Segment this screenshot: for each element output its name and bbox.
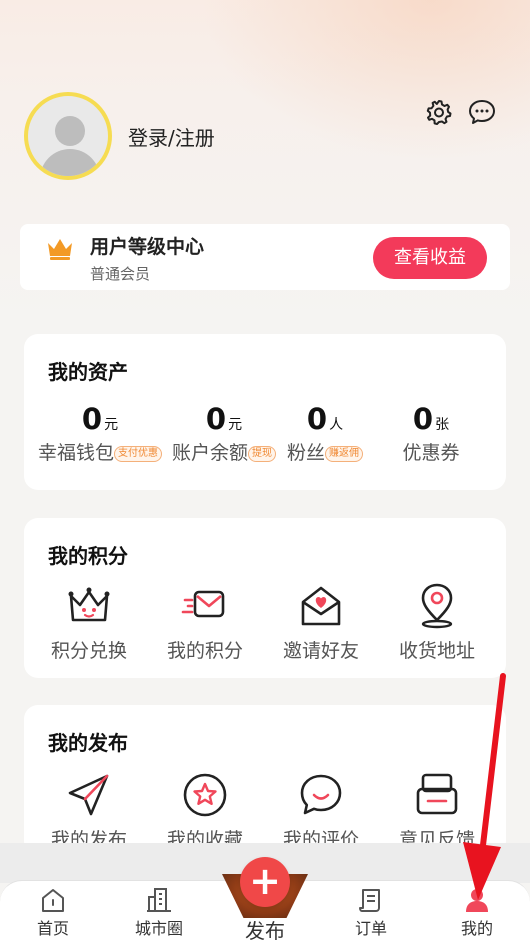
home-icon xyxy=(42,889,64,912)
points-exchange-label: 积分兑换 xyxy=(50,640,127,662)
feedback-icon xyxy=(416,773,458,815)
my-assets-card: 我的资产 0元 幸福钱包 支付优惠 0元 账户余额 提现 0人 粉丝 赚返佣 0张 优… xyxy=(24,334,506,490)
city-icon xyxy=(147,888,171,912)
my-favorites-item[interactable]: 我的收藏 xyxy=(150,771,260,852)
asset-label: 账户余额 xyxy=(171,442,248,464)
publish-button[interactable]: + xyxy=(240,857,290,907)
asset-coupons[interactable]: 0张 优惠券 xyxy=(386,402,476,465)
points-exchange-item[interactable]: 积分兑换 xyxy=(34,582,144,663)
avatar-head xyxy=(55,116,85,146)
tab-home-label: 首页 xyxy=(36,919,69,938)
tab-publish-label: 发布 xyxy=(245,919,285,943)
my-points-label: 我的积分 xyxy=(166,640,243,662)
level-center-title: 用户等级中心 xyxy=(90,236,205,258)
asset-unit: 元 xyxy=(228,417,243,433)
asset-label: 幸福钱包 xyxy=(37,442,114,464)
tab-city-circle-label: 城市圈 xyxy=(134,919,183,938)
plus-icon: + xyxy=(249,859,281,903)
send-icon xyxy=(68,774,109,816)
shipping-address-item[interactable]: 收货地址 xyxy=(382,582,492,663)
crown-icon xyxy=(48,239,72,260)
asset-unit: 元 xyxy=(104,417,119,433)
asset-unit: 人 xyxy=(329,417,344,433)
earn-commission-badge: 赚返佣 xyxy=(325,446,363,462)
tab-me[interactable]: 我的 xyxy=(432,881,522,939)
member-level-label: 普通会员 xyxy=(90,265,151,283)
my-points-item[interactable]: 我的积分 xyxy=(150,582,260,663)
my-points-icon xyxy=(181,590,225,618)
tab-me-label: 我的 xyxy=(460,919,493,938)
asset-fans[interactable]: 0人 粉丝 赚返佣 xyxy=(272,402,378,465)
avatar[interactable] xyxy=(24,92,112,180)
asset-value: 0 xyxy=(412,402,434,436)
shipping-address-label: 收货地址 xyxy=(398,640,475,662)
my-points-card: 我的积分 积分兑换 我的积分 邀请好友 收货地址 xyxy=(24,518,506,678)
my-posts-item[interactable]: 我的发布 xyxy=(34,771,144,852)
asset-happiness-wallet[interactable]: 0元 幸福钱包 支付优惠 xyxy=(32,402,168,465)
tab-city-circle[interactable]: 城市圈 xyxy=(114,881,204,939)
feedback-item[interactable]: 意见反馈 xyxy=(382,771,492,852)
asset-account-balance[interactable]: 0元 账户余额 提现 xyxy=(164,402,284,465)
asset-unit: 张 xyxy=(435,417,450,433)
profile-icon xyxy=(466,889,488,912)
star-icon xyxy=(183,773,227,817)
my-points-title: 我的积分 xyxy=(48,544,128,568)
asset-value: 0 xyxy=(205,402,227,436)
login-register-link[interactable]: 登录/注册 xyxy=(128,122,215,151)
asset-value: 0 xyxy=(81,402,103,436)
asset-label: 粉丝 xyxy=(286,442,325,464)
location-pin-icon xyxy=(421,583,453,629)
view-earnings-button[interactable]: 查看收益 xyxy=(373,237,487,279)
points-exchange-icon xyxy=(68,587,110,622)
comment-icon xyxy=(300,774,342,815)
asset-label: 优惠券 xyxy=(402,442,460,464)
tab-home[interactable]: 首页 xyxy=(8,881,98,939)
user-level-card[interactable]: 用户等级中心 普通会员 查看收益 xyxy=(20,224,510,290)
avatar-body xyxy=(40,149,100,176)
my-reviews-item[interactable]: 我的评价 xyxy=(266,771,376,852)
invite-friends-icon xyxy=(301,586,341,626)
invite-friends-label: 邀请好友 xyxy=(282,640,359,662)
asset-value: 0 xyxy=(306,402,328,436)
settings-icon[interactable] xyxy=(425,98,453,126)
order-icon xyxy=(359,889,380,912)
tab-orders[interactable]: 订单 xyxy=(326,881,416,939)
payment-discount-badge: 支付优惠 xyxy=(114,446,162,462)
my-publish-title: 我的发布 xyxy=(48,731,128,755)
my-publish-card: 我的发布 我的发布 我的收藏 我的评价 意见反馈 xyxy=(24,705,506,855)
invite-friends-item[interactable]: 邀请好友 xyxy=(266,582,376,663)
my-assets-title: 我的资产 xyxy=(48,360,128,384)
tab-orders-label: 订单 xyxy=(354,919,387,938)
message-icon[interactable] xyxy=(468,98,496,126)
